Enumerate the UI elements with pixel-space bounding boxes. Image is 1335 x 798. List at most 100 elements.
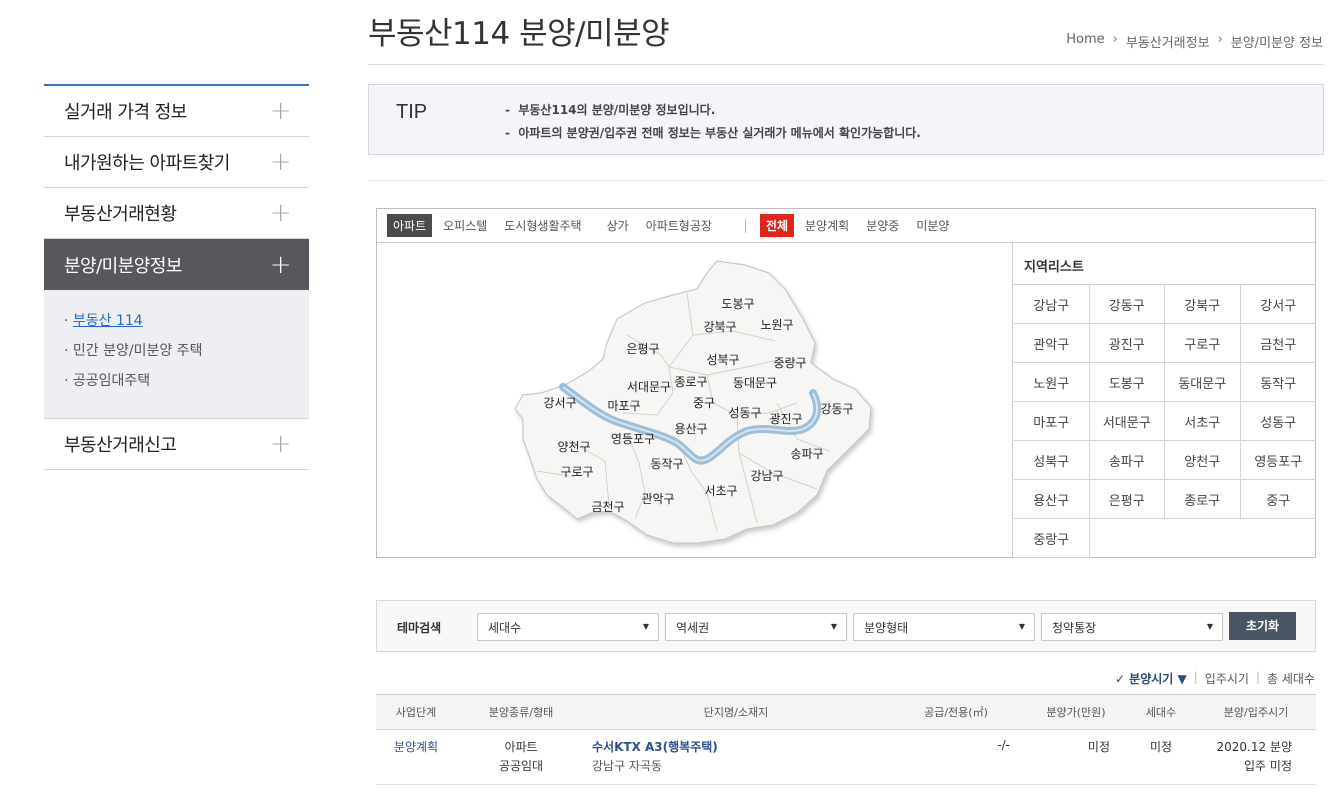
- breadcrumb-home[interactable]: Home: [1066, 32, 1104, 51]
- tab-unsold[interactable]: 미분양: [910, 214, 955, 237]
- map-district-label[interactable]: 노원구: [760, 318, 793, 332]
- cell-price: 미정: [1026, 729, 1126, 785]
- map-district-label[interactable]: 종로구: [674, 375, 707, 389]
- tab-store[interactable]: 상가: [601, 214, 635, 237]
- sidebar-item-label: 내가원하는 아파트찾기: [64, 153, 230, 174]
- sidebar-item-trade-status[interactable]: 부동산거래현황 +: [44, 188, 309, 239]
- tab-officetel[interactable]: 오피스텔: [437, 214, 493, 237]
- map-district-label[interactable]: 서초구: [704, 484, 737, 498]
- region-item[interactable]: 강북구: [1165, 285, 1241, 324]
- reset-button[interactable]: 초기화: [1229, 612, 1296, 640]
- map-district-label[interactable]: 양천구: [557, 439, 590, 454]
- tab-urban-housing[interactable]: 도시형생활주택: [498, 214, 587, 237]
- region-item[interactable]: 강서구: [1240, 285, 1316, 324]
- sort-by-units[interactable]: 총 세대수: [1267, 670, 1315, 687]
- region-item[interactable]: 서대문구: [1089, 402, 1165, 441]
- caret-down-icon: ▼: [830, 622, 837, 631]
- region-item[interactable]: 강남구: [1014, 285, 1090, 324]
- chevron-right-icon: ›: [1217, 32, 1223, 47]
- sidebar-item-label: 실거래 가격 정보: [64, 102, 187, 123]
- plus-icon: +: [269, 147, 292, 177]
- region-item[interactable]: 종로구: [1165, 480, 1241, 519]
- seoul-map: 도봉구 강북구 노원구 은평구 성북구 중랑구 서대문구 종로구 동대문구 강서…: [377, 243, 1013, 557]
- caret-down-icon: ▼: [642, 622, 649, 631]
- map-district-label[interactable]: 구로구: [560, 465, 593, 479]
- region-item[interactable]: 영등포구: [1240, 441, 1316, 480]
- plus-icon: +: [269, 249, 292, 280]
- sort-separator: |: [1193, 670, 1198, 684]
- sidebar-sub-item-private[interactable]: · 민간 분양/미분양 주택: [64, 340, 287, 370]
- map-district-label[interactable]: 강남구: [750, 469, 783, 483]
- map-district-label[interactable]: 도봉구: [721, 297, 754, 311]
- sort-by-sale-date[interactable]: ✓ 분양시기 ▼: [1115, 670, 1187, 687]
- region-item[interactable]: 성북구: [1014, 441, 1090, 480]
- region-item[interactable]: 강동구: [1089, 285, 1165, 324]
- map-district-label[interactable]: 강동구: [820, 402, 853, 416]
- region-item[interactable]: 마포구: [1014, 402, 1090, 441]
- cell-complex: 수서KTX A3(행복주택) 강남구 자곡동: [586, 729, 886, 785]
- region-item[interactable]: 노원구: [1014, 363, 1090, 402]
- complex-name-link[interactable]: 수서KTX A3(행복주택): [592, 738, 886, 755]
- region-item[interactable]: 송파구: [1089, 441, 1165, 480]
- tip-line: - 부동산114의 분양/미분양 정보입니다.: [505, 103, 716, 117]
- map-district-label[interactable]: 은평구: [626, 342, 659, 356]
- sidebar-item-real-price[interactable]: 실거래 가격 정보 +: [44, 86, 309, 137]
- map-district-label[interactable]: 동대문구: [733, 376, 777, 390]
- region-item[interactable]: 은평구: [1089, 480, 1165, 519]
- theme-search-bar: 테마검색 세대수 ▼ 역세권 ▼ 분양형태 ▼ 청약통장 ▼ 초기화: [376, 600, 1316, 652]
- tab-selling[interactable]: 분양중: [860, 214, 905, 237]
- region-item[interactable]: 관악구: [1014, 324, 1090, 363]
- map-district-label[interactable]: 용산구: [674, 422, 707, 436]
- map-district-label[interactable]: 영등포구: [611, 432, 655, 446]
- map-district-label[interactable]: 서대문구: [627, 380, 671, 394]
- map-district-label[interactable]: 성북구: [706, 353, 739, 367]
- sidebar-item-trade-report[interactable]: 부동산거래신고 +: [44, 419, 309, 470]
- sort-options: ✓ 분양시기 ▼ | 입주시기 | 총 세대수: [1115, 670, 1315, 687]
- map-district-label[interactable]: 강서구: [543, 396, 576, 410]
- select-sale-type[interactable]: 분양형태 ▼: [853, 613, 1035, 641]
- breadcrumb-trade-info[interactable]: 부동산거래정보: [1126, 32, 1210, 51]
- breadcrumb-current[interactable]: 분양/미분양 정보: [1231, 32, 1323, 51]
- region-item[interactable]: 광진구: [1089, 324, 1165, 363]
- tip-line: - 아파트의 분양권/입주권 전매 정보는 부동산 실거래가 메뉴에서 확인가능…: [505, 126, 921, 140]
- region-item[interactable]: 도봉구: [1089, 363, 1165, 402]
- region-item[interactable]: 중랑구: [1014, 519, 1090, 558]
- sidebar-item-apt-finder[interactable]: 내가원하는 아파트찾기 +: [44, 137, 309, 188]
- region-item[interactable]: 용산구: [1014, 480, 1090, 519]
- sidebar-sub-item-public-rental[interactable]: · 공공임대주택: [64, 370, 287, 400]
- map-district-label[interactable]: 중랑구: [773, 356, 806, 370]
- region-item[interactable]: 동대문구: [1165, 363, 1241, 402]
- region-item[interactable]: 중구: [1240, 480, 1316, 519]
- table-row[interactable]: 분양계획 아파트 공공임대 수서KTX A3(행복주택) 강남구 자곡동 -/-…: [376, 729, 1316, 785]
- tip-lines: - 부동산114의 분양/미분양 정보입니다. - 아파트의 분양권/입주권 전…: [505, 100, 921, 146]
- category-tabbar: 아파트 오피스텔 도시형생활주택 상가 아파트형공장 전체 분양계획 분양중 미…: [377, 209, 1315, 243]
- map-district-label[interactable]: 강북구: [703, 320, 736, 334]
- map-district-label[interactable]: 송파구: [790, 447, 823, 461]
- map-district-label[interactable]: 관악구: [641, 492, 674, 506]
- tab-all[interactable]: 전체: [759, 214, 795, 237]
- sidebar-sub-item-r114[interactable]: · 부동산 114: [64, 310, 287, 340]
- map-district-label[interactable]: 동작구: [650, 457, 683, 471]
- map-district-label[interactable]: 광진구: [769, 412, 802, 426]
- region-item[interactable]: 동작구: [1240, 363, 1316, 402]
- select-subscription-account[interactable]: 청약통장 ▼: [1041, 613, 1223, 641]
- column-header: 세대수: [1126, 694, 1196, 730]
- map-district-label[interactable]: 중구: [693, 396, 715, 410]
- sidebar-item-label: 부동산거래현황: [64, 204, 177, 225]
- sidebar-item-presale[interactable]: 분양/미분양정보 +: [44, 239, 309, 290]
- map-district-label[interactable]: 마포구: [607, 399, 640, 413]
- map-district-label[interactable]: 금천구: [591, 499, 624, 514]
- select-station-area[interactable]: 역세권 ▼: [665, 613, 847, 641]
- sort-by-move-date[interactable]: 입주시기: [1205, 670, 1249, 687]
- region-item[interactable]: 성동구: [1240, 402, 1316, 441]
- select-households[interactable]: 세대수 ▼: [477, 613, 659, 641]
- region-item[interactable]: 양천구: [1165, 441, 1241, 480]
- tab-plan[interactable]: 분양계획: [799, 214, 855, 237]
- map-district-label[interactable]: 성동구: [728, 406, 761, 420]
- tab-apartment[interactable]: 아파트: [387, 214, 433, 237]
- region-item[interactable]: 서초구: [1165, 402, 1241, 441]
- tab-factory[interactable]: 아파트형공장: [640, 214, 718, 237]
- column-header: 분양/입주시기: [1196, 694, 1316, 730]
- region-item[interactable]: 금천구: [1240, 324, 1316, 363]
- region-item[interactable]: 구로구: [1165, 324, 1241, 363]
